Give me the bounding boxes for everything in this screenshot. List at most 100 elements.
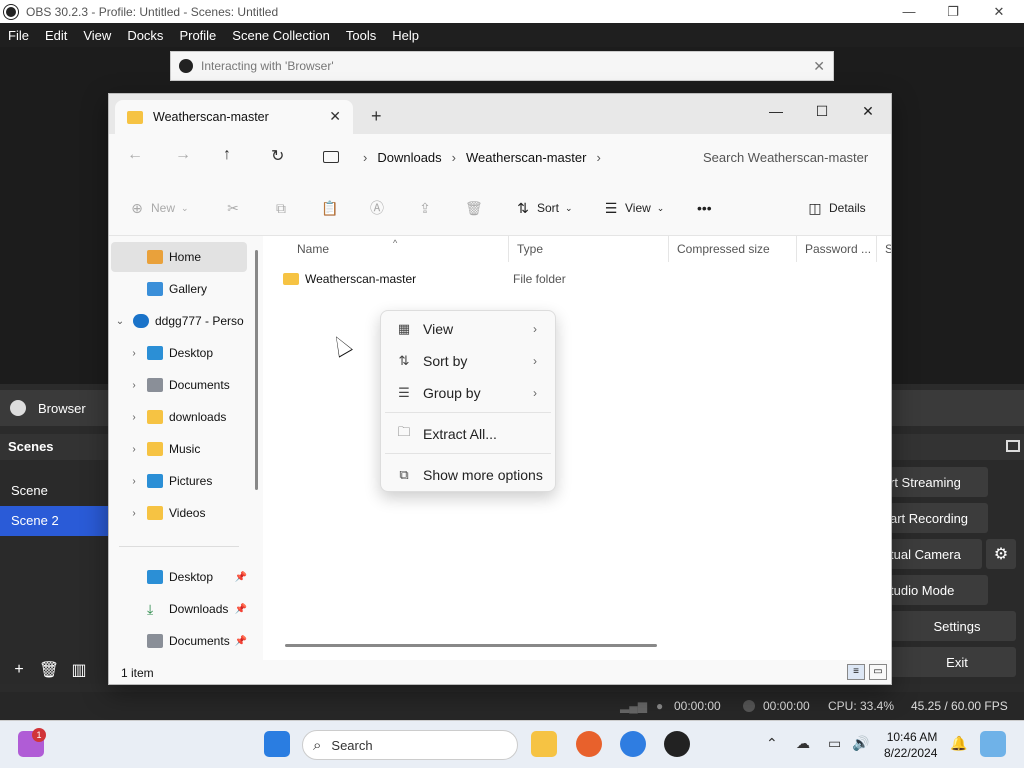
firefox-icon[interactable] [576,731,602,757]
start-recording-button[interactable]: art Recording [890,503,988,533]
horizontal-scrollbar[interactable] [285,644,657,647]
sort-button[interactable]: ⇅ Sort ⌄ [515,200,572,216]
taskbar-search[interactable]: ⌕ Search [302,730,518,760]
nav-desktop[interactable]: › Desktop [111,338,247,368]
crumb-downloads[interactable]: Downloads [377,150,441,165]
menu-help[interactable]: Help [384,28,427,43]
search-input[interactable]: Search Weatherscan-master [693,141,885,173]
add-icon[interactable]: + [8,661,30,679]
chevron-right-icon[interactable]: › [363,150,367,165]
copy-icon[interactable]: ⧉ [273,200,289,216]
up-icon[interactable]: ↑ [223,146,231,164]
chevron-right-icon[interactable]: › [127,380,141,391]
network-icon[interactable]: ▭ [828,735,841,752]
exit-button[interactable]: Exit [890,647,1016,677]
nav-music[interactable]: › Music [111,434,247,464]
gear-icon[interactable]: ⚙ [986,539,1016,569]
table-row[interactable]: Weatherscan-master File folder [283,268,566,290]
close-button[interactable]: ✕ [976,0,1022,23]
nav-gallery[interactable]: Gallery [111,274,247,304]
minimize-button[interactable]: — [886,0,932,23]
refresh-icon[interactable]: ↻ [271,146,284,166]
undock-icon[interactable] [1006,440,1020,452]
nav-home[interactable]: Home [111,242,247,272]
menu-view[interactable]: View [75,28,119,43]
quick-access-downloads[interactable]: ⤓ Downloads 📌 [111,594,247,624]
dialog-close-icon[interactable]: ✕ [813,58,825,75]
details-button[interactable]: ◫ Details [807,200,865,216]
studio-mode-button[interactable]: tudio Mode [890,575,988,605]
chevron-right-icon[interactable]: › [127,348,141,359]
volume-icon[interactable]: 🔊 [852,735,869,752]
menu-item-group-by[interactable]: ☰ Group by › [385,378,551,408]
menu-item-sort-by[interactable]: ⇅ Sort by › [385,346,551,376]
source-label[interactable]: Browser [38,401,86,416]
column-name[interactable]: ^ Name [263,236,509,262]
quick-access-documents[interactable]: Documents 📌 [111,626,247,656]
menu-scene-collection[interactable]: Scene Collection [224,28,338,43]
crumb-current[interactable]: Weatherscan-master [466,150,586,165]
chevron-right-icon[interactable]: › [127,444,141,455]
browser-interact-dialog[interactable]: Interacting with 'Browser' ✕ [170,51,834,81]
chevron-right-icon[interactable]: › [596,150,600,165]
bell-icon[interactable]: 🔔 [950,735,967,752]
obs-icon[interactable] [664,731,690,757]
minimize-icon[interactable]: — [753,98,799,124]
menu-profile[interactable]: Profile [171,28,224,43]
scene-item[interactable]: Scene [0,476,108,506]
this-pc-icon[interactable] [323,151,339,163]
maximize-icon[interactable]: ☐ [799,98,845,124]
nav-videos[interactable]: › Videos [111,498,247,528]
column-password[interactable]: Password ... [797,236,877,262]
nav-documents[interactable]: › Documents [111,370,247,400]
new-button[interactable]: ⊕ New ⌄ [129,200,188,216]
file-explorer-icon[interactable] [531,731,557,757]
cut-icon[interactable]: ✂ [225,200,241,216]
details-view-icon[interactable]: ≡ [847,664,865,680]
paste-icon[interactable]: 📋 [321,200,338,216]
chevron-right-icon[interactable]: › [127,476,141,487]
start-icon[interactable] [264,731,290,757]
nav-scrollbar[interactable] [255,250,258,490]
quick-access-desktop[interactable]: Desktop 📌 [111,562,247,592]
menu-docks[interactable]: Docks [119,28,171,43]
cloud-sync-icon[interactable]: ☁ [796,735,810,752]
column-compressed-size[interactable]: Compressed size [669,236,797,262]
tiles-view-icon[interactable]: ▭ [869,664,887,680]
nav-pictures[interactable]: › Pictures [111,466,247,496]
trash-icon[interactable]: 🗑 [38,660,60,680]
scene-item-selected[interactable]: Scene 2 [0,506,108,536]
nav-onedrive[interactable]: ⌄ ddgg777 - Perso [111,306,247,336]
breadcrumb[interactable]: › Downloads › Weatherscan-master › [311,141,681,173]
menu-tools[interactable]: Tools [338,28,384,43]
settings-button[interactable]: Settings [890,611,1016,641]
nav-downloads[interactable]: › downloads [111,402,247,432]
menu-edit[interactable]: Edit [37,28,75,43]
chevron-right-icon[interactable]: › [127,412,141,423]
menu-item-view[interactable]: ▦ View › [385,314,551,344]
start-streaming-button[interactable]: rt Streaming [890,467,988,497]
menu-file[interactable]: File [0,28,37,43]
column-type[interactable]: Type [509,236,669,262]
chevron-down-icon[interactable]: ⌄ [113,316,127,327]
close-icon[interactable]: ✕ [845,98,891,124]
share-icon[interactable]: ⇪ [417,200,433,216]
rename-icon[interactable]: Ⓐ [369,200,385,216]
view-button[interactable]: ☰ View ⌄ [603,200,665,216]
chrome-icon[interactable] [620,731,646,757]
close-tab-icon[interactable]: ✕ [329,108,341,125]
more-options-button[interactable]: ••• [697,200,712,216]
delete-icon[interactable]: 🗑 [465,200,483,216]
column-size[interactable]: Si [877,236,891,262]
copilot-pre-icon[interactable] [980,731,1006,757]
menu-item-show-more-options[interactable]: ⧉ Show more options [385,460,551,490]
virtual-camera-button[interactable]: tual Camera [890,539,982,569]
explorer-tab[interactable]: Weatherscan-master ✕ [115,100,353,134]
maximize-button[interactable]: ❐ [930,0,976,23]
taskbar-clock[interactable]: 10:46 AM 8/22/2024 [884,729,937,761]
chevron-right-icon[interactable]: › [127,508,141,519]
chevron-right-icon[interactable]: › [452,150,456,165]
forward-icon[interactable]: → [175,146,191,164]
new-tab-icon[interactable]: + [371,106,382,127]
chevron-up-icon[interactable]: ⌃ [766,735,778,752]
